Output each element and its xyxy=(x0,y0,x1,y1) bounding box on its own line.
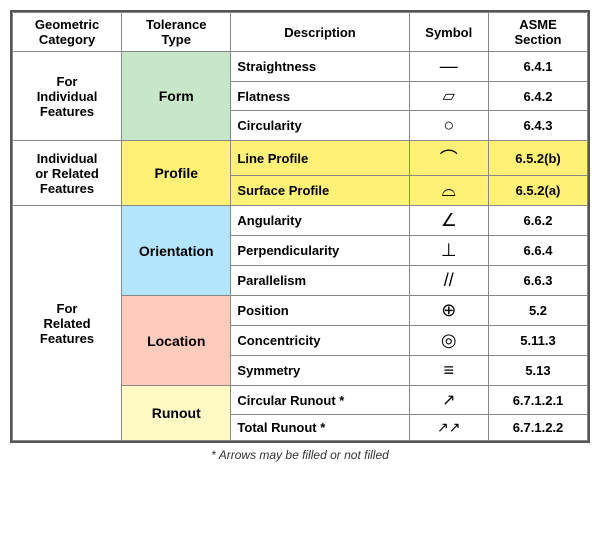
symbol-parallelism: // xyxy=(409,266,488,296)
category-related: For Related Features xyxy=(13,206,122,441)
table-header: Geometric Category Tolerance Type Descri… xyxy=(13,13,588,52)
symbol-position: ⊕ xyxy=(409,296,488,326)
symbol-angularity: ∠ xyxy=(409,206,488,236)
asme-position: 5.2 xyxy=(488,296,587,326)
desc-perpendicularity: Perpendicularity xyxy=(231,236,409,266)
asme-perpendicularity: 6.6.4 xyxy=(488,236,587,266)
symbol-straightness: — xyxy=(409,52,488,82)
tolerance-table: Geometric Category Tolerance Type Descri… xyxy=(10,10,590,443)
asme-concentricity: 5.11.3 xyxy=(488,326,587,356)
table-row: Individual or Related Features Profile L… xyxy=(13,141,588,176)
desc-position: Position xyxy=(231,296,409,326)
table-row: For Related Features Orientation Angular… xyxy=(13,206,588,236)
asme-symmetry: 5.13 xyxy=(488,356,587,386)
asme-surface-profile: 6.5.2(a) xyxy=(488,176,587,206)
asme-line-profile: 6.5.2(b) xyxy=(488,141,587,176)
symbol-surface-profile: ⌓ xyxy=(409,176,488,206)
desc-parallelism: Parallelism xyxy=(231,266,409,296)
symbol-total-runout: ↗↗ xyxy=(409,415,488,441)
footnote: * Arrows may be filled or not filled xyxy=(211,448,389,462)
asme-flatness: 6.4.2 xyxy=(488,82,587,111)
table-row: For Individual Features Form Straightnes… xyxy=(13,52,588,82)
symbol-perpendicularity: ⊥ xyxy=(409,236,488,266)
desc-total-runout: Total Runout * xyxy=(231,415,409,441)
category-individual: For Individual Features xyxy=(13,52,122,141)
tolerance-form: Form xyxy=(122,52,231,141)
asme-circular-runout: 6.7.1.2.1 xyxy=(488,386,587,415)
desc-symmetry: Symmetry xyxy=(231,356,409,386)
desc-line-profile: Line Profile xyxy=(231,141,409,176)
desc-circularity: Circularity xyxy=(231,111,409,141)
tolerance-location: Location xyxy=(122,296,231,386)
symbol-circular-runout: ↗ xyxy=(409,386,488,415)
tolerance-profile: Profile xyxy=(122,141,231,206)
tolerance-runout: Runout xyxy=(122,386,231,441)
asme-total-runout: 6.7.1.2.2 xyxy=(488,415,587,441)
desc-concentricity: Concentricity xyxy=(231,326,409,356)
header-asme: ASME Section xyxy=(488,13,587,52)
asme-angularity: 6.6.2 xyxy=(488,206,587,236)
header-tolerance-type: Tolerance Type xyxy=(122,13,231,52)
desc-surface-profile: Surface Profile xyxy=(231,176,409,206)
header-geometric-category: Geometric Category xyxy=(13,13,122,52)
symbol-circularity: ○ xyxy=(409,111,488,141)
asme-parallelism: 6.6.3 xyxy=(488,266,587,296)
category-individual-related: Individual or Related Features xyxy=(13,141,122,206)
asme-circularity: 6.4.3 xyxy=(488,111,587,141)
header-description: Description xyxy=(231,13,409,52)
desc-flatness: Flatness xyxy=(231,82,409,111)
header-symbol: Symbol xyxy=(409,13,488,52)
symbol-symmetry: ≡ xyxy=(409,356,488,386)
desc-angularity: Angularity xyxy=(231,206,409,236)
symbol-flatness: ▱ xyxy=(409,82,488,111)
desc-straightness: Straightness xyxy=(231,52,409,82)
symbol-concentricity: ◎ xyxy=(409,326,488,356)
asme-straightness: 6.4.1 xyxy=(488,52,587,82)
desc-circular-runout: Circular Runout * xyxy=(231,386,409,415)
symbol-line-profile: ⌒ xyxy=(409,141,488,176)
tolerance-orientation: Orientation xyxy=(122,206,231,296)
